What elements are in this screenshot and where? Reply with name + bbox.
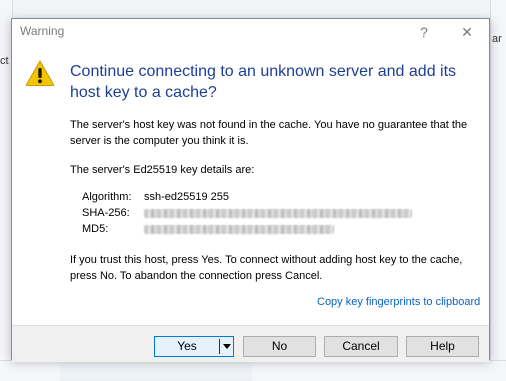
chevron-down-icon[interactable] <box>223 344 231 349</box>
background-window-top <box>0 0 506 19</box>
split-divider <box>219 339 220 354</box>
dialog-title: Warning <box>20 24 65 38</box>
sha256-row: SHA-256: <box>82 206 412 220</box>
key-details-intro: The server's Ed25519 key details are: <box>70 164 255 176</box>
algorithm-label: Algorithm: <box>82 191 132 203</box>
dialog-heading: Continue connecting to an unknown server… <box>70 63 457 101</box>
background-window-bottom-left <box>0 360 60 381</box>
yes-button[interactable]: Yes <box>154 336 234 357</box>
help-button[interactable]: Help <box>406 336 479 357</box>
dialog-button-bar: Yes No Cancel Help <box>12 325 489 362</box>
algorithm-value: ssh-ed25519 255 <box>144 191 230 203</box>
close-icon[interactable]: ✕ <box>452 21 482 43</box>
instructions-message: If you trust this host, press Yes. To co… <box>70 254 463 282</box>
no-button[interactable]: No <box>243 336 316 357</box>
sha256-label: SHA-256: <box>82 207 130 219</box>
algorithm-row: Algorithm: ssh-ed25519 255 <box>82 190 229 204</box>
md5-row: MD5: <box>82 222 334 236</box>
background-peek-left-text: ct <box>0 55 9 67</box>
background-peek-right-text: ar <box>492 33 502 45</box>
help-icon[interactable]: ? <box>409 21 439 43</box>
background-window-right <box>490 0 506 380</box>
copy-fingerprints-link[interactable]: Copy key fingerprints to clipboard <box>317 296 480 308</box>
yes-button-label: Yes <box>177 339 197 353</box>
background-window-bottom-right <box>252 360 506 381</box>
sha256-fingerprint-redacted <box>144 208 412 218</box>
warning-icon <box>25 59 55 87</box>
md5-fingerprint-redacted <box>144 224 334 234</box>
host-key-not-found-message: The server's host key was not found in t… <box>70 119 468 147</box>
warning-dialog: Warning ? ✕ Continue connecting to an un… <box>11 18 490 362</box>
cancel-button[interactable]: Cancel <box>324 336 398 357</box>
dialog-titlebar: Warning ? ✕ <box>12 19 489 45</box>
md5-label: MD5: <box>82 223 109 235</box>
